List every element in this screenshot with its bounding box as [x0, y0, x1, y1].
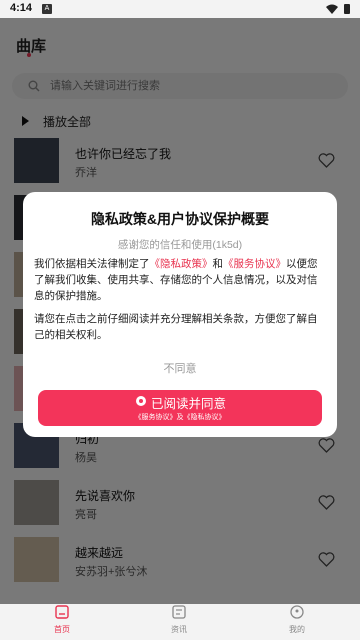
- privacy-dialog: 隐私政策&用户协议保护概要 感谢您的信任和使用(1k5d) 我们依据相关法律制定…: [23, 192, 337, 437]
- profile-icon: [290, 605, 304, 619]
- dialog-subtitle: 感谢您的信任和使用(1k5d): [117, 239, 243, 251]
- tab-news[interactable]: 资讯: [149, 604, 209, 640]
- bottom-tab-bar: 首页 资讯 我的: [0, 604, 360, 640]
- tab-news-label: 资讯: [171, 625, 187, 634]
- agree-label: 已阅读并同意: [151, 397, 227, 411]
- dialog-paragraph-2: 请您在点击之前仔细阅读并充分理解相关条款，方便您了解自己的相关权利。: [34, 313, 318, 341]
- radio-check-icon: [136, 396, 146, 406]
- home-icon: [55, 605, 69, 619]
- status-bar: 4:14 A: [0, 0, 360, 18]
- dialog-body: 我们依据相关法律制定了《隐私政策》和《服务协议》以便您了解我们收集、使用共享、存…: [34, 256, 326, 350]
- privacy-policy-link[interactable]: 《隐私政策》: [150, 258, 213, 270]
- battery-icon: [344, 4, 350, 14]
- tab-profile[interactable]: 我的: [267, 604, 327, 640]
- dialog-paragraph-1: 我们依据相关法律制定了《隐私政策》和《服务协议》以便您了解我们收集、使用共享、存…: [34, 256, 326, 304]
- tab-home[interactable]: 首页: [32, 604, 92, 640]
- status-time: 4:14: [10, 2, 33, 14]
- wifi-icon: [326, 4, 338, 14]
- and-text: 和: [212, 258, 224, 270]
- dialog-title: 隐私政策&用户协议保护概要: [90, 211, 270, 227]
- news-icon: [172, 605, 186, 619]
- agree-button[interactable]: 已阅读并同意 《服务协议》及《隐私协议》: [38, 390, 322, 426]
- notification-a-icon: A: [42, 4, 52, 14]
- agree-sub-label: 《服务协议》及《隐私协议》: [134, 414, 226, 421]
- disagree-button[interactable]: 不同意: [130, 360, 230, 376]
- service-agreement-link[interactable]: 《服务协议》: [223, 258, 286, 270]
- para1-pre: 我们依据相关法律制定了: [34, 258, 150, 270]
- tab-profile-label: 我的: [289, 625, 305, 634]
- tab-home-label: 首页: [54, 625, 70, 634]
